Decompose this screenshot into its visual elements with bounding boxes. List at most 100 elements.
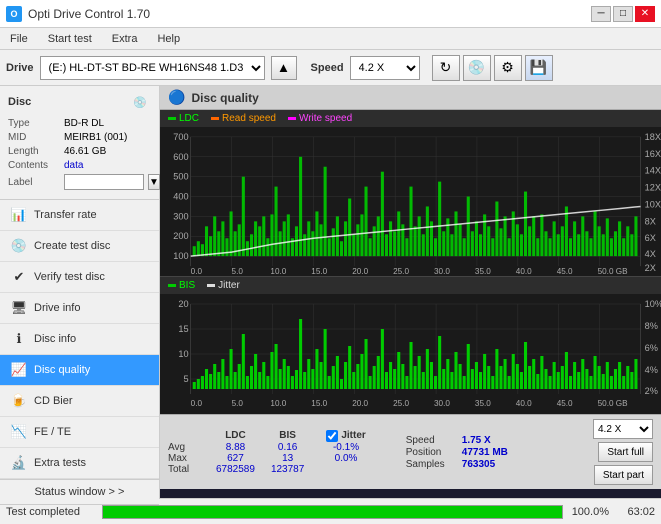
charts-area: LDC Read speed Write speed <box>160 110 661 498</box>
svg-text:50.0 GB: 50.0 GB <box>598 399 628 408</box>
create-test-disc-icon: 💿 <box>10 237 28 255</box>
close-button[interactable]: ✕ <box>635 6 655 22</box>
speed-label: Speed <box>311 62 344 74</box>
svg-text:5.0: 5.0 <box>232 399 244 408</box>
disc-contents-label: Contents <box>8 160 60 171</box>
svg-text:40.0: 40.0 <box>516 267 532 276</box>
svg-text:15: 15 <box>178 324 188 334</box>
menu-help[interactable]: Help <box>151 31 186 47</box>
svg-text:30.0: 30.0 <box>434 399 450 408</box>
menu-extra[interactable]: Extra <box>106 31 144 47</box>
svg-text:45.0: 45.0 <box>557 399 573 408</box>
svg-text:10.0: 10.0 <box>270 399 286 408</box>
sidebar-item-cd-bier[interactable]: 🍺 CD Bier <box>0 386 159 417</box>
samples-label: Samples <box>406 459 456 470</box>
disc-label-input[interactable] <box>64 174 144 190</box>
speed-row: Speed 1.75 X <box>406 435 508 446</box>
svg-text:600: 600 <box>173 152 188 162</box>
ldc-label: LDC <box>179 113 199 124</box>
avg-row-label: Avg <box>168 442 208 453</box>
sidebar-item-fe-te-label: FE / TE <box>34 426 71 438</box>
svg-text:15.0: 15.0 <box>311 267 327 276</box>
drive-select[interactable]: (E:) HL-DT-ST BD-RE WH16NS48 1.D3 <box>40 56 265 80</box>
bis-label: BIS <box>179 280 195 291</box>
status-text: Test completed <box>6 506 96 518</box>
lower-chart-svg: 20 15 10 5 10% 8% 6% 4% 2% 0.0 5.0 10.0 … <box>160 294 661 414</box>
disc-info-icon: ℹ <box>10 330 28 348</box>
app-title: Opti Drive Control 1.70 <box>28 7 150 21</box>
jitter-avg: -0.1% <box>322 442 369 453</box>
sidebar-item-create-test-disc[interactable]: 💿 Create test disc <box>0 231 159 262</box>
refresh-button[interactable]: ↻ <box>432 55 460 81</box>
max-row-label: Max <box>168 453 208 464</box>
svg-text:0.0: 0.0 <box>191 399 203 408</box>
svg-text:50.0 GB: 50.0 GB <box>598 267 628 276</box>
samples-value: 763305 <box>462 459 495 470</box>
ldc-dot <box>168 117 176 120</box>
sidebar-item-disc-quality[interactable]: 📈 Disc quality <box>0 355 159 386</box>
sidebar-item-fe-te[interactable]: 📉 FE / TE <box>0 417 159 448</box>
svg-text:40.0: 40.0 <box>516 399 532 408</box>
disc-contents-value: data <box>64 160 83 171</box>
sidebar-item-drive-info[interactable]: 🖥 Drive info <box>0 293 159 324</box>
bis-dot <box>168 284 176 287</box>
ldc-avg: 8.88 <box>208 442 263 453</box>
samples-row: Samples 763305 <box>406 459 508 470</box>
legend-bis: BIS <box>168 280 195 291</box>
cd-bier-icon: 🍺 <box>10 392 28 410</box>
svg-text:8X: 8X <box>645 216 656 226</box>
position-label: Position <box>406 447 456 458</box>
svg-text:700: 700 <box>173 132 188 142</box>
lower-chart: 20 15 10 5 10% 8% 6% 4% 2% 0.0 5.0 10.0 … <box>160 294 661 414</box>
menu-start-test[interactable]: Start test <box>42 31 98 47</box>
upper-chart: 700 600 500 400 300 200 100 18X 16X 14X … <box>160 127 661 277</box>
jitter-checkbox-cell[interactable]: Jitter <box>322 430 369 442</box>
svg-text:10: 10 <box>178 349 188 359</box>
time-elapsed: 63:02 <box>615 506 655 518</box>
svg-text:15.0: 15.0 <box>311 399 327 408</box>
maximize-button[interactable]: □ <box>613 6 633 22</box>
jitter-checkbox[interactable] <box>326 430 338 442</box>
settings-button[interactable]: ⚙ <box>494 55 522 81</box>
eject-button[interactable]: ▲ <box>271 56 297 80</box>
sidebar-item-disc-info[interactable]: ℹ Disc info <box>0 324 159 355</box>
app-icon: O <box>6 6 22 22</box>
svg-text:20: 20 <box>178 299 188 309</box>
disc-quality-icon: 📈 <box>10 361 28 379</box>
bis-total: 123787 <box>263 464 312 475</box>
svg-text:5: 5 <box>184 374 189 384</box>
jitter-max: 0.0% <box>322 453 369 464</box>
titlebar: O Opti Drive Control 1.70 ─ □ ✕ <box>0 0 661 28</box>
disc-type-value: BD-R DL <box>64 118 104 129</box>
status-window-button[interactable]: Status window > > <box>0 480 159 505</box>
svg-text:30.0: 30.0 <box>434 267 450 276</box>
minimize-button[interactable]: ─ <box>591 6 611 22</box>
ldc-col-header: LDC <box>208 430 263 442</box>
sidebar-item-verify-test-disc[interactable]: ✔ Verify test disc <box>0 262 159 293</box>
quality-speed-select[interactable]: 4.2 X <box>593 419 653 439</box>
start-part-button[interactable]: Start part <box>594 465 653 485</box>
fe-te-icon: 📉 <box>10 423 28 441</box>
bis-max: 13 <box>263 453 312 464</box>
disc-length-row: Length 46.61 GB <box>8 146 151 157</box>
disc-button[interactable]: 💿 <box>463 55 491 81</box>
position-row: Position 47731 MB <box>406 447 508 458</box>
read-label: Read speed <box>222 113 276 124</box>
disc-label-button[interactable]: ▼ <box>148 174 160 190</box>
sidebar-item-transfer-rate[interactable]: 📊 Transfer rate <box>0 200 159 231</box>
save-button[interactable]: 💾 <box>525 55 553 81</box>
menu-file[interactable]: File <box>4 31 34 47</box>
ldc-total: 6782589 <box>208 464 263 475</box>
disc-contents-row: Contents data <box>8 160 151 171</box>
lower-legend: BIS Jitter <box>160 277 661 294</box>
total-row-label: Total <box>168 464 208 475</box>
stats-area: LDC BIS Jitter Avg <box>160 414 661 489</box>
disc-panel: Disc 💿 Type BD-R DL MID MEIRB1 (001) Len… <box>0 86 159 200</box>
sidebar-item-extra-tests[interactable]: 🔬 Extra tests <box>0 448 159 479</box>
disc-header-icon[interactable]: 💿 <box>129 92 151 112</box>
start-full-button[interactable]: Start full <box>598 442 653 462</box>
jitter-label: Jitter <box>218 280 240 291</box>
speed-select[interactable]: 4.2 X <box>350 56 420 80</box>
svg-text:5.0: 5.0 <box>232 267 244 276</box>
sidebar: Disc 💿 Type BD-R DL MID MEIRB1 (001) Len… <box>0 86 160 498</box>
